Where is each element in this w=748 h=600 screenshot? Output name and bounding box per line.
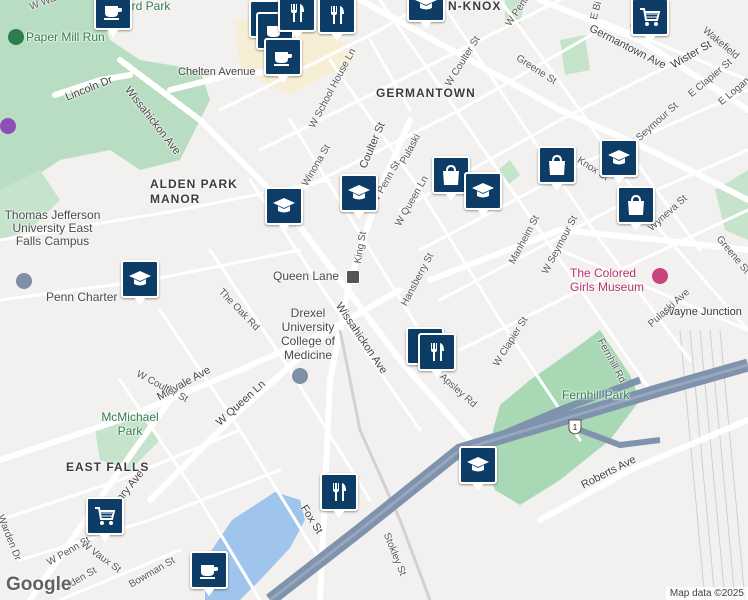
place-label: Queen Lane: [273, 269, 340, 283]
paper-mill-run-icon[interactable]: [8, 29, 24, 45]
route-1-shield-icon: 1: [568, 419, 582, 435]
shopping-marker[interactable]: [617, 186, 655, 231]
drexel-poi-icon[interactable]: [292, 368, 308, 384]
place-label: Paper Mill Run: [26, 30, 105, 44]
shopping-bag-icon: [628, 194, 644, 215]
grocery-cart-icon: [640, 8, 661, 26]
school-marker[interactable]: [340, 174, 378, 219]
place-label: Fernhill Park: [562, 388, 630, 402]
school-marker[interactable]: [407, 0, 445, 29]
green-patch-1: [560, 35, 590, 75]
route-shield-number: 1: [573, 423, 578, 432]
school-icon: [129, 271, 151, 286]
green-patch-2: [715, 170, 748, 240]
restaurant-icon: [291, 4, 304, 22]
university-poi-icon[interactable]: [16, 273, 32, 289]
restaurant-marker[interactable]: [318, 0, 356, 41]
school-marker[interactable]: [600, 139, 638, 184]
neighborhood-label: ALDEN PARK MANOR: [150, 177, 238, 206]
station-icon[interactable]: [346, 270, 360, 284]
camera-poi-icon[interactable]: [0, 118, 16, 134]
place-label: Penn Charter: [46, 290, 118, 304]
school-marker[interactable]: [464, 172, 502, 217]
shopping-bag-icon: [549, 154, 565, 175]
place-label: Drexel University College of Medicine: [280, 306, 336, 362]
restaurant-icon: [333, 483, 346, 501]
grocery-marker[interactable]: [631, 0, 669, 43]
cafe-icon: [200, 565, 218, 579]
museum-poi-icon[interactable]: [652, 268, 668, 284]
restaurant-marker[interactable]: [278, 0, 316, 39]
cafe-marker[interactable]: [190, 551, 228, 596]
neighborhood-label: GERMANTOWN: [376, 86, 476, 100]
place-label: The Colored Girls Museum: [570, 266, 645, 294]
restaurant-icon: [431, 343, 444, 361]
cafe-marker[interactable]: [264, 38, 302, 83]
neighborhood-label: N-KNOX: [448, 0, 502, 13]
school-icon: [467, 457, 489, 472]
shopping-marker[interactable]: [538, 146, 576, 191]
cafe-icon: [274, 52, 292, 66]
school-icon: [608, 150, 630, 165]
school-icon: [415, 0, 437, 10]
restaurant-icon: [331, 6, 344, 24]
school-marker[interactable]: [121, 260, 159, 305]
school-marker[interactable]: [265, 187, 303, 232]
map-attribution[interactable]: Map data ©2025: [665, 587, 748, 600]
restaurant-marker[interactable]: [320, 473, 358, 518]
cafe-icon: [104, 6, 122, 20]
place-label: Thomas Jefferson University East Falls C…: [4, 208, 101, 248]
google-logo: Google: [6, 574, 72, 595]
grocery-cart-icon: [95, 507, 116, 525]
shopping-bag-icon: [443, 164, 459, 185]
school-icon: [472, 183, 494, 198]
cafe-marker[interactable]: [94, 0, 132, 37]
school-icon: [348, 185, 370, 200]
place-label: McMichael Park: [101, 410, 159, 438]
street-label: Chelten Avenue: [178, 66, 256, 78]
restaurant-marker[interactable]: [418, 333, 456, 378]
school-icon: [273, 198, 295, 213]
grocery-marker[interactable]: [86, 497, 124, 542]
school-marker[interactable]: [459, 446, 497, 491]
map-view[interactable]: 1 GERMANTOWN ALDEN PARK MANOR EAST FALLS…: [0, 0, 748, 600]
